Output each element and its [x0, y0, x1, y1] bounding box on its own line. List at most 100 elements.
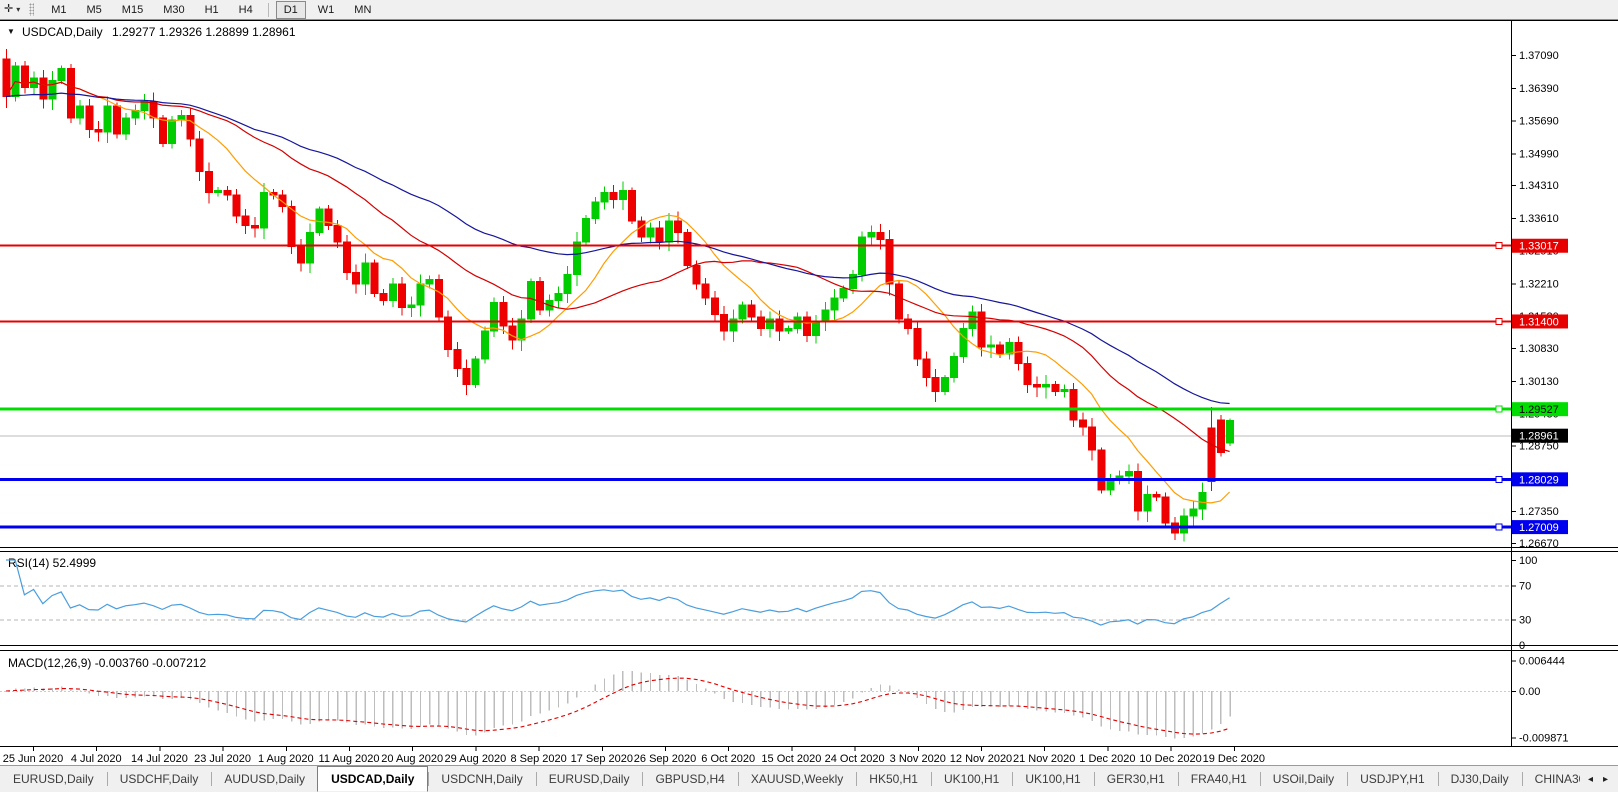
- date-tick-label: 14 Jul 2020: [131, 753, 188, 765]
- candle-body: [509, 326, 516, 340]
- chevron-down-icon[interactable]: ▾: [16, 5, 20, 14]
- candle-body: [279, 195, 286, 207]
- timeframe-toolbar: ✛ ▾ M1 M5 M15 M30 H1 H4 D1 W1 MN: [0, 0, 1618, 20]
- timeframe-m1-button[interactable]: M1: [43, 1, 74, 19]
- tab-label: USDCHF,Daily: [120, 772, 199, 786]
- chart-canvas[interactable]: ▼ USDCAD,Daily 1.29277 1.29326 1.28899 1…: [0, 20, 1618, 765]
- candle-body: [610, 193, 617, 200]
- toolbar-grip-icon[interactable]: [29, 3, 34, 16]
- tab-fra40-h1[interactable]: FRA40,H1: [1178, 766, 1260, 792]
- candle-body: [831, 298, 838, 310]
- hline-handle[interactable]: [1496, 406, 1502, 412]
- candle-body: [1070, 389, 1077, 419]
- hline-handle[interactable]: [1496, 318, 1502, 324]
- candle-body: [1190, 509, 1197, 516]
- date-tick-label: 24 Oct 2020: [825, 753, 885, 765]
- tab-uk100-h1-2[interactable]: UK100,H1: [1012, 766, 1093, 792]
- candle-body: [997, 345, 1004, 354]
- candle-body: [822, 310, 829, 322]
- tab-scroll-left-icon[interactable]: ◂: [1588, 774, 1593, 785]
- date-tick-label: 23 Jul 2020: [194, 753, 251, 765]
- candle-body: [67, 69, 74, 118]
- candle-body: [969, 312, 976, 328]
- candle-body: [1181, 516, 1188, 533]
- date-tick-label: 6 Oct 2020: [701, 753, 755, 765]
- hline-handle[interactable]: [1496, 476, 1502, 482]
- candle-body: [21, 66, 28, 87]
- chart-context-arrow-icon[interactable]: ▼: [7, 27, 15, 36]
- date-tick-label: 25 Jun 2020: [3, 753, 64, 765]
- candle-body: [353, 272, 360, 284]
- timeframe-h4-button[interactable]: H4: [231, 1, 261, 19]
- tab-label: AUDUSD,Daily: [224, 772, 305, 786]
- date-tick-label: 10 Dec 2020: [1139, 753, 1201, 765]
- date-tick-label: 3 Nov 2020: [890, 753, 946, 765]
- chart-title-symbol: USDCAD,Daily: [22, 25, 103, 39]
- price-tick-label: 1.37090: [1519, 50, 1559, 62]
- candle-body: [1144, 495, 1151, 511]
- tab-usdcnh-daily[interactable]: USDCNH,Daily: [428, 766, 535, 792]
- candle-body: [1033, 385, 1040, 387]
- price-tick-label: 1.26670: [1519, 538, 1559, 550]
- tab-hk50-h1[interactable]: HK50,H1: [856, 766, 931, 792]
- date-tick-label: 21 Nov 2020: [1013, 753, 1075, 765]
- tab-usdchf-daily[interactable]: USDCHF,Daily: [107, 766, 212, 792]
- grid-layer: [0, 20, 1618, 747]
- tab-label: GBPUSD,H4: [655, 772, 724, 786]
- candle-body: [794, 317, 801, 329]
- chart-title-ohlc: 1.29277 1.29326 1.28899 1.28961: [112, 25, 296, 39]
- hline-handle[interactable]: [1496, 524, 1502, 530]
- candle-body: [619, 190, 626, 199]
- tab-label: EURUSD,Daily: [13, 772, 94, 786]
- tab-usdcad-daily[interactable]: USDCAD,Daily: [317, 766, 428, 792]
- tab-label: UK100,H1: [1025, 772, 1080, 786]
- candle-body: [583, 218, 590, 241]
- candle-body: [58, 69, 65, 81]
- hline-price-label: 1.27009: [1519, 522, 1559, 534]
- candle-body: [675, 221, 682, 233]
- candle-body: [527, 282, 534, 319]
- candle-body: [132, 111, 139, 118]
- drawn-objects-layer[interactable]: [0, 243, 1511, 530]
- timeframe-m15-button[interactable]: M15: [114, 1, 151, 19]
- toolbar-separator: [268, 3, 269, 17]
- tab-usdjpy-h1[interactable]: USDJPY,H1: [1347, 766, 1437, 792]
- timeframe-w1-button[interactable]: W1: [310, 1, 343, 19]
- timeframe-h1-button[interactable]: H1: [197, 1, 227, 19]
- candle-body: [233, 195, 240, 216]
- timeframe-m30-button[interactable]: M30: [155, 1, 192, 19]
- candle-body: [537, 282, 544, 310]
- tab-label: DJ30,Daily: [1451, 772, 1509, 786]
- current-price-label: 1.28961: [1519, 431, 1559, 443]
- timeframe-d1-button[interactable]: D1: [276, 1, 306, 19]
- hline-handle[interactable]: [1496, 243, 1502, 249]
- tab-usoil-daily[interactable]: USOil,Daily: [1260, 766, 1347, 792]
- candle-body: [960, 328, 967, 356]
- tab-xauusd-weekly[interactable]: XAUUSD,Weekly: [738, 766, 856, 792]
- candle-body: [1089, 427, 1096, 450]
- tab-ger30-h1[interactable]: GER30,H1: [1094, 766, 1178, 792]
- cursor-tool-icon[interactable]: ✛: [4, 4, 13, 15]
- tab-uk100-h1-1[interactable]: UK100,H1: [931, 766, 1012, 792]
- candle-body: [40, 78, 47, 99]
- tab-scroll-right-icon[interactable]: ▸: [1603, 774, 1608, 785]
- timeframe-m5-button[interactable]: M5: [79, 1, 110, 19]
- candle-body: [205, 172, 212, 193]
- candle-body: [169, 120, 176, 143]
- candle-body: [261, 193, 268, 228]
- tab-gbpusd-h4[interactable]: GBPUSD,H4: [642, 766, 737, 792]
- tab-eurusd-daily-1[interactable]: EURUSD,Daily: [0, 766, 107, 792]
- date-tick-label: 19 Dec 2020: [1203, 753, 1265, 765]
- date-tick-label: 17 Sep 2020: [571, 753, 633, 765]
- timeframe-mn-button[interactable]: MN: [346, 1, 379, 19]
- tab-eurusd-daily-2[interactable]: EURUSD,Daily: [536, 766, 643, 792]
- date-tick-label: 20 Aug 2020: [381, 753, 443, 765]
- candle-body: [463, 368, 470, 384]
- tab-audusd-daily[interactable]: AUDUSD,Daily: [211, 766, 318, 792]
- candle-body: [573, 242, 580, 275]
- price-tick-label: 1.33610: [1519, 213, 1559, 225]
- date-tick-label: 26 Sep 2020: [634, 753, 696, 765]
- tab-dj30-daily[interactable]: DJ30,Daily: [1438, 766, 1522, 792]
- candle-body: [399, 284, 406, 307]
- candle-body: [417, 284, 424, 305]
